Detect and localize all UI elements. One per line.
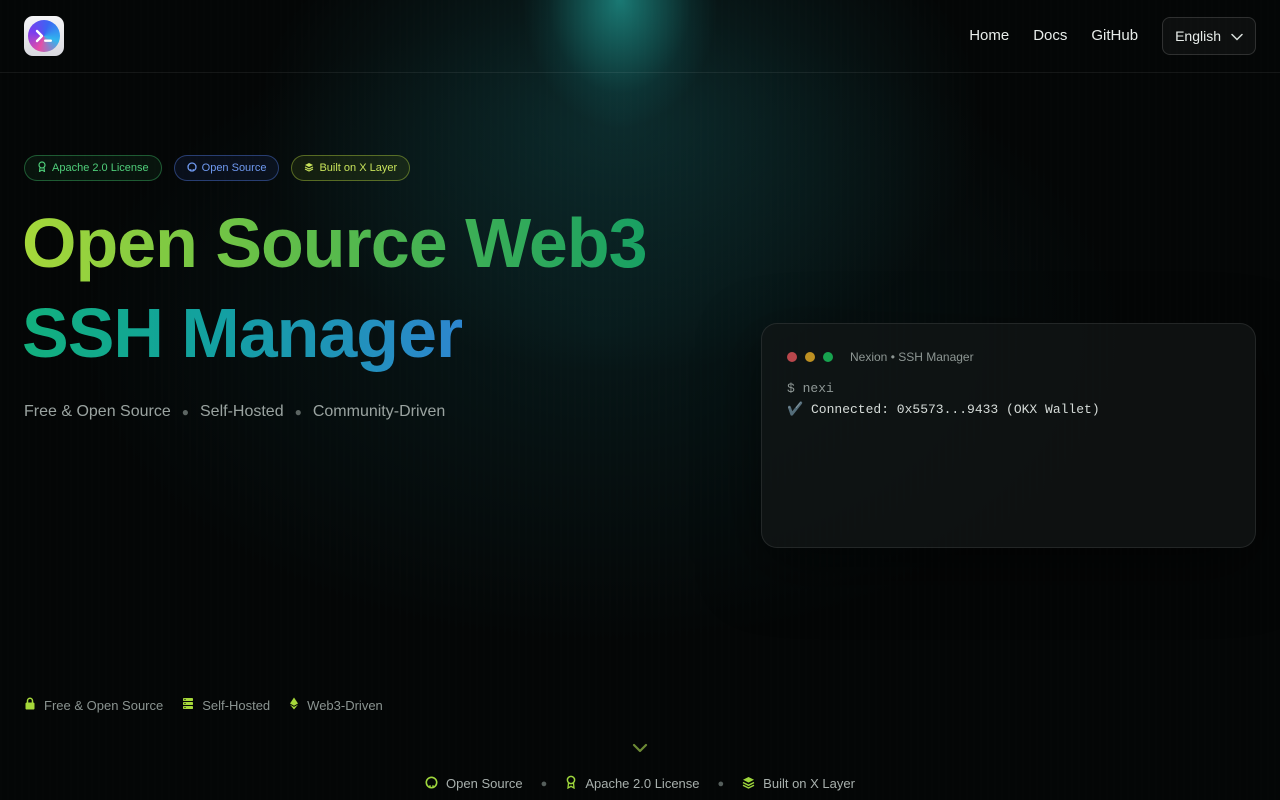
terminal-titlebar: Nexion • SSH Manager [787,350,974,364]
footer-label: Open Source [446,776,523,791]
badge-label: Apache 2.0 License [52,162,149,174]
feature-label: Free & Open Source [44,697,164,713]
app-logo[interactable] [24,16,64,56]
footer-item: Apache 2.0 License [565,775,700,792]
github-icon [425,776,438,792]
ethereum-icon [289,697,299,713]
nav-home-link[interactable]: Home [969,17,1009,55]
hero-title: Open Source Web3 SSH Manager [22,198,722,378]
main-nav: Home Docs GitHub English [969,17,1256,55]
terminal-output: $ nexi ✔️ Connected: 0x5573...9433 (OKX … [787,378,1100,420]
feature-label: Self-Hosted [202,697,271,713]
tagline-item: Self-Hosted [200,403,284,420]
feature-label: Web3-Driven [307,697,383,713]
footer-item: Built on X Layer [742,776,855,792]
nav-github-link[interactable]: GitHub [1091,17,1138,55]
footer-label: Apache 2.0 License [585,776,700,791]
hero-title-line2: SSH Manager [22,288,463,378]
terminal-status-line: ✔️ Connected: 0x5573...9433 (OKX Wallet) [787,402,1100,417]
feature-item: Web3-Driven [289,697,383,713]
open-source-badge[interactable]: Open Source [173,155,280,181]
maximize-dot-icon [823,352,833,362]
chevron-down-icon [1231,28,1243,44]
award-icon [37,161,47,175]
language-select[interactable]: English [1162,17,1256,55]
tagline-item: Community-Driven [312,403,446,420]
chevron-down-icon[interactable] [632,742,648,756]
hero-badges: Apache 2.0 License Open Source Built on … [24,155,411,181]
footer-highlights: Open Source ● Apache 2.0 License ● Built… [0,775,1280,792]
footer-label: Built on X Layer [763,776,855,791]
feature-item: Free & Open Source [24,697,163,713]
terminal-prompt-icon [28,20,60,52]
terminal-window: Nexion • SSH Manager $ nexi ✔️ Connected… [761,323,1256,548]
feature-item: Self-Hosted [182,697,270,713]
xlayer-badge[interactable]: Built on X Layer [291,155,411,181]
language-select-value: English [1175,28,1221,44]
terminal-title: Nexion • SSH Manager [850,350,974,364]
github-icon [186,161,197,175]
minimize-dot-icon [805,352,815,362]
badge-label: Open Source [201,162,267,174]
terminal-command-line: $ nexi [787,381,834,396]
layers-icon [304,162,314,175]
separator-dot: ● [717,777,725,790]
nav-docs-link[interactable]: Docs [1033,17,1067,55]
tagline-item: Free & Open Source [24,403,171,420]
feature-list: Free & Open Source Self-Hosted Web3-Driv… [24,697,402,713]
separator-dot: ● [540,777,548,790]
separator-dot: ● [181,405,189,419]
award-icon [565,775,577,792]
badge-label: Built on X Layer [319,162,398,174]
layers-icon [742,776,755,792]
hero-tagline: Free & Open Source ● Self-Hosted ● Commu… [24,403,445,421]
hero-title-line1: Open Source Web3 [22,198,648,288]
server-icon [182,697,194,713]
close-dot-icon [787,352,797,362]
lock-icon [24,697,36,713]
separator-dot: ● [294,405,302,419]
footer-item: Open Source [425,776,523,792]
site-header: Home Docs GitHub English [0,0,1280,73]
license-badge[interactable]: Apache 2.0 License [24,155,162,181]
